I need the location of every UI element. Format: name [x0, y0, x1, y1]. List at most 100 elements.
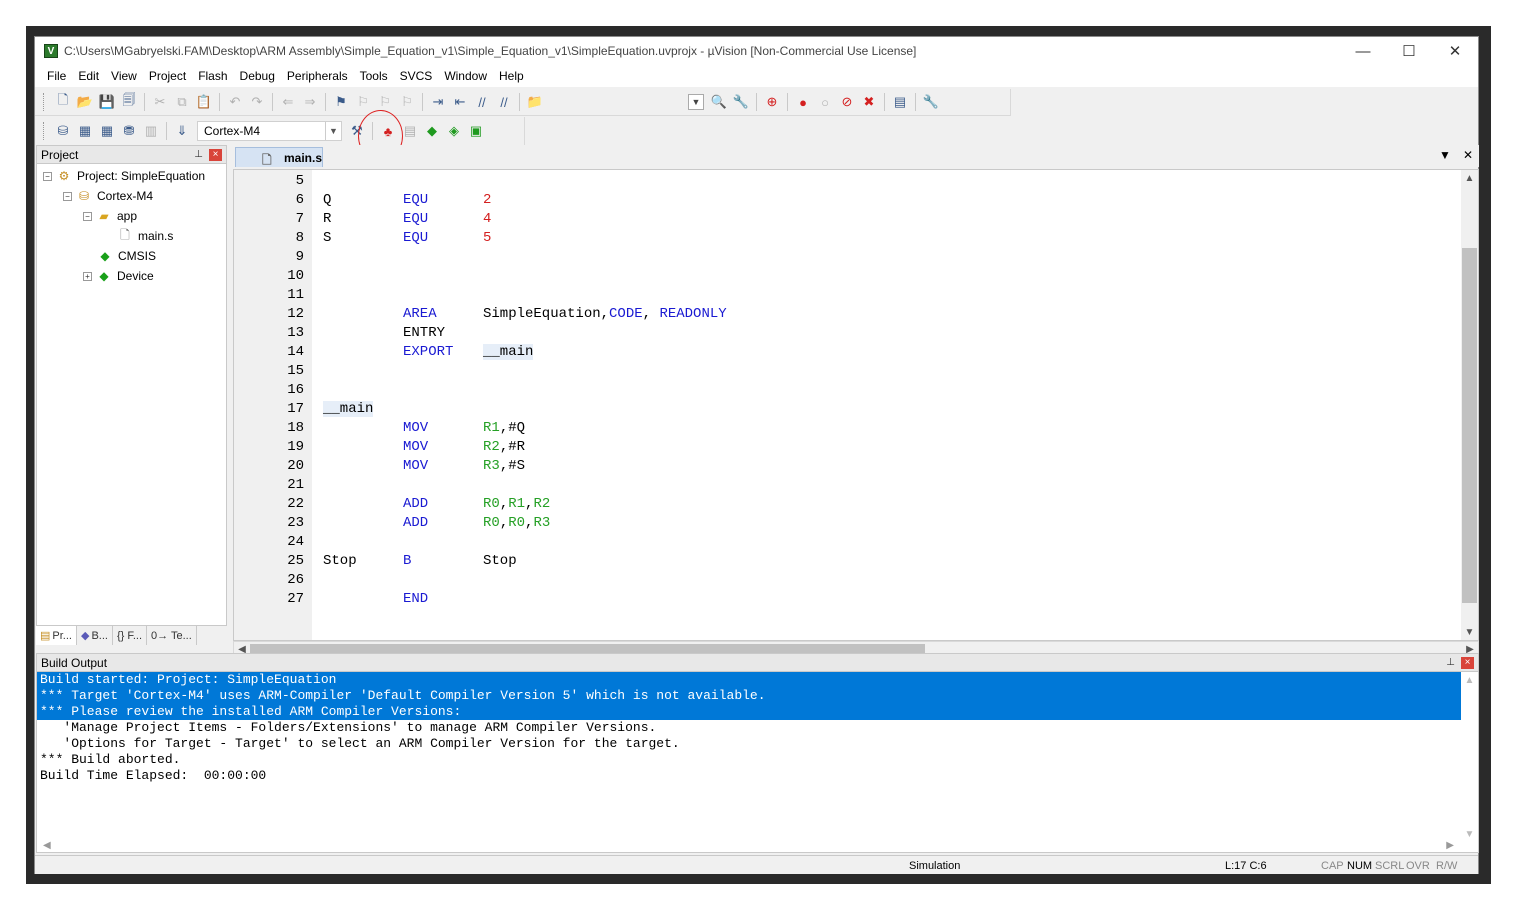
build-output-line[interactable]: Build started: Project: SimpleEquation — [37, 672, 1462, 688]
unindent-icon[interactable]: ⇤ — [449, 91, 471, 113]
build-output-text[interactable]: Build started: Project: SimpleEquation **… — [37, 672, 1462, 842]
tree-item-file-main[interactable]: 🗋 main.s — [37, 226, 226, 246]
new-file-icon[interactable]: 🗋 — [52, 91, 74, 113]
window-layout-icon[interactable]: ▤ — [889, 91, 911, 113]
insert-breakpoint-icon[interactable]: ● — [792, 91, 814, 113]
collapse-icon[interactable]: − — [83, 211, 92, 221]
menu-tools[interactable]: Tools — [354, 69, 394, 83]
indent-icon[interactable]: ⇥ — [427, 91, 449, 113]
menu-debug[interactable]: Debug — [234, 69, 281, 83]
incremental-find-icon[interactable]: 🔧 — [730, 91, 752, 113]
menu-project[interactable]: Project — [143, 69, 192, 83]
download-load-icon[interactable]: ⇓ — [171, 120, 193, 142]
batch-build-icon[interactable]: ⛃ — [118, 120, 140, 142]
enable-breakpoint-icon[interactable]: ○ — [814, 91, 836, 113]
configure-icon[interactable]: 🔧 — [920, 91, 942, 113]
scroll-left-icon[interactable]: ◀ — [43, 840, 51, 851]
build-output-line[interactable]: *** Please review the installed ARM Comp… — [37, 704, 1462, 720]
code-line[interactable]: 8 S EQU 5 — [234, 228, 1434, 247]
close-icon[interactable]: × — [209, 148, 222, 161]
open-file-icon[interactable]: 📂 — [74, 91, 96, 113]
scroll-thumb[interactable] — [1462, 248, 1477, 603]
scroll-right-icon[interactable]: ▶ — [1446, 840, 1454, 851]
save-all-icon[interactable]: 🗐 — [118, 91, 140, 113]
tab-books[interactable]: ◆ B... — [77, 626, 113, 645]
code-line[interactable]: 21 — [234, 475, 1434, 494]
menu-help[interactable]: Help — [493, 69, 530, 83]
toolbar-grip[interactable] — [43, 93, 46, 111]
pin-icon[interactable]: ⊥ — [194, 149, 203, 160]
code-line[interactable]: 19 MOV R2,#R — [234, 437, 1434, 456]
scroll-down-icon[interactable]: ▼ — [1461, 624, 1478, 640]
menu-view[interactable]: View — [105, 69, 143, 83]
clear-bookmarks-icon[interactable]: ⚐ — [396, 91, 418, 113]
target-select[interactable]: Cortex-M4 ▼ — [197, 121, 342, 141]
kill-breakpoints-icon[interactable]: ✖ — [858, 91, 880, 113]
code-line[interactable]: 25 Stop B Stop — [234, 551, 1434, 570]
tree-item-project[interactable]: − ⚙ Project: SimpleEquation — [37, 166, 226, 186]
close-icon[interactable]: × — [1461, 656, 1474, 669]
paste-icon[interactable]: 📋 — [193, 91, 215, 113]
tab-list-icon[interactable]: ▼ — [1439, 148, 1451, 162]
find-in-files-icon[interactable]: 📁 — [524, 91, 546, 113]
code-line[interactable]: 6 Q EQU 2 — [234, 190, 1434, 209]
close-tab-icon[interactable]: ✕ — [1463, 148, 1473, 162]
navigate-forward-icon[interactable]: ⇒ — [299, 91, 321, 113]
build-output-line[interactable]: *** Target 'Cortex-M4' uses ARM-Compiler… — [37, 688, 1462, 704]
editor-vertical-scrollbar[interactable]: ▲ ▼ — [1461, 170, 1478, 640]
disable-breakpoints-icon[interactable]: ⊘ — [836, 91, 858, 113]
translate-icon[interactable]: ⛁ — [52, 120, 74, 142]
code-line[interactable]: 15 — [234, 361, 1434, 380]
close-button[interactable]: ✕ — [1432, 37, 1478, 65]
maximize-button[interactable]: ☐ — [1386, 37, 1432, 65]
code-line[interactable]: 17 __main — [234, 399, 1434, 418]
expand-icon[interactable]: + — [83, 271, 92, 281]
tab-templates[interactable]: 0→ Te... — [147, 626, 197, 645]
pack-component-icon[interactable]: ▣ — [465, 120, 487, 142]
build-vertical-scrollbar[interactable]: ▲ ▼ — [1461, 672, 1478, 842]
prev-bookmark-icon[interactable]: ⚐ — [352, 91, 374, 113]
pack-installer-icon[interactable]: ◈ — [443, 120, 465, 142]
stop-build-icon[interactable]: ▥ — [140, 120, 162, 142]
save-icon[interactable]: 💾 — [96, 91, 118, 113]
rebuild-icon[interactable]: ▦ — [96, 120, 118, 142]
copy-icon[interactable]: ⧉ — [171, 91, 193, 113]
build-output-line[interactable]: 'Manage Project Items - Folders/Extensio… — [37, 720, 1462, 736]
menu-window[interactable]: Window — [438, 69, 493, 83]
build-output-line[interactable]: 'Options for Target - Target' to select … — [37, 736, 1462, 752]
bookmark-icon[interactable]: ⚑ — [330, 91, 352, 113]
chevron-down-icon[interactable]: ▼ — [325, 122, 341, 140]
tab-main-s[interactable]: 🗋 main.s — [235, 147, 323, 167]
debug-session-icon[interactable]: ⊕ — [761, 91, 783, 113]
find-icon[interactable]: 🔍 — [708, 91, 730, 113]
manage-rte-icon[interactable]: ◆ — [421, 120, 443, 142]
code-line[interactable]: 7 R EQU 4 — [234, 209, 1434, 228]
collapse-icon[interactable]: − — [63, 191, 72, 201]
tab-functions[interactable]: {} F... — [113, 626, 148, 645]
tree-item-group-app[interactable]: − ▰ app — [37, 206, 226, 226]
tree-item-cmsis[interactable]: ◆ CMSIS — [37, 246, 226, 266]
build-icon[interactable]: ▦ — [74, 120, 96, 142]
tab-project[interactable]: ▤ Pr... — [36, 626, 77, 645]
code-line[interactable]: 27 END — [234, 589, 1434, 608]
navigate-back-icon[interactable]: ⇐ — [277, 91, 299, 113]
comment-icon[interactable]: // — [471, 91, 493, 113]
code-line[interactable]: 22 ADD R0,R1,R2 — [234, 494, 1434, 513]
uncomment-icon[interactable]: // — [493, 91, 515, 113]
find-combo-arrow[interactable]: ▼ — [688, 94, 704, 110]
menu-edit[interactable]: Edit — [72, 69, 105, 83]
menu-flash[interactable]: Flash — [192, 69, 233, 83]
scroll-up-icon[interactable]: ▲ — [1461, 672, 1478, 688]
code-line[interactable]: 5 — [234, 171, 1434, 190]
scroll-up-icon[interactable]: ▲ — [1461, 170, 1478, 186]
undo-icon[interactable]: ↶ — [224, 91, 246, 113]
code-line[interactable]: 26 — [234, 570, 1434, 589]
code-line[interactable]: 23 ADD R0,R0,R3 — [234, 513, 1434, 532]
minimize-button[interactable]: — — [1340, 37, 1386, 65]
code-line[interactable]: 9 — [234, 247, 1434, 266]
menu-svcs[interactable]: SVCS — [394, 69, 439, 83]
collapse-icon[interactable]: − — [43, 171, 52, 181]
build-output-line[interactable]: *** Build aborted. — [37, 752, 1462, 768]
code-line[interactable]: 24 — [234, 532, 1434, 551]
code-line[interactable]: 18 MOV R1,#Q — [234, 418, 1434, 437]
